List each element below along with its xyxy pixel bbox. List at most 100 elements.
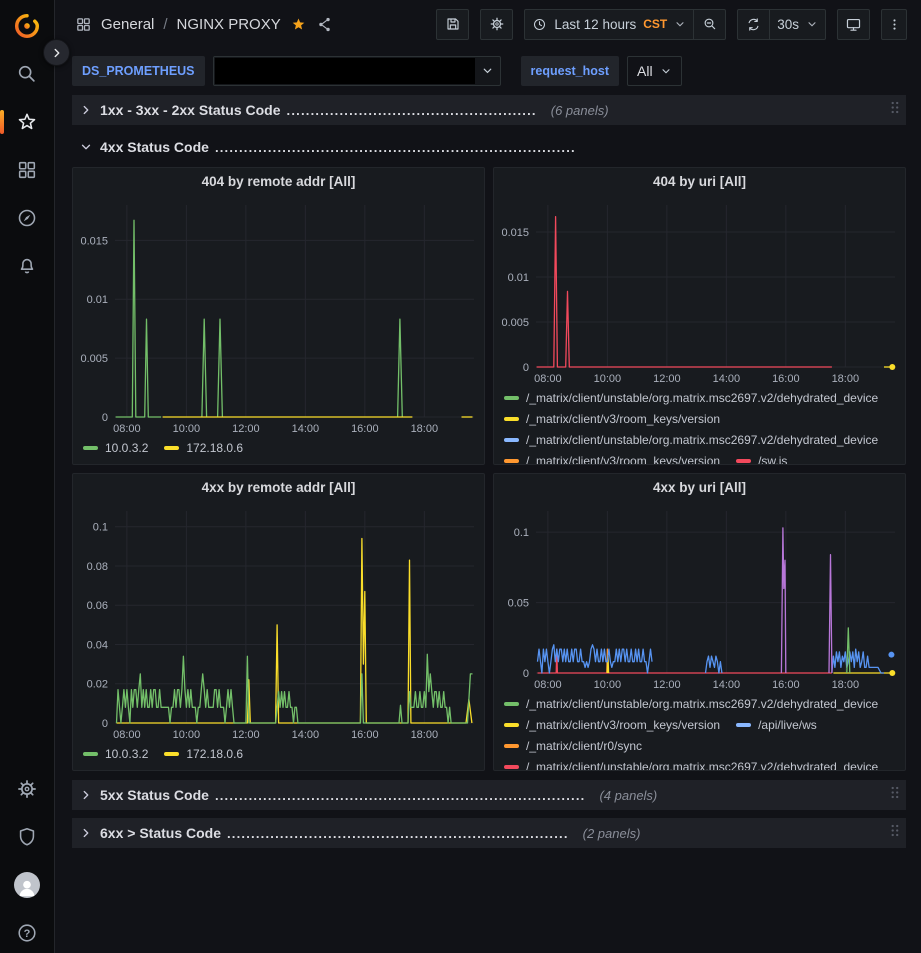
cycle-view-mode-button[interactable]	[837, 9, 870, 40]
row-title: 5xx Status Code	[100, 787, 209, 803]
legend-item[interactable]: /_matrix/client/v3/room_keys/version	[504, 450, 720, 464]
chevron-right-icon	[79, 103, 93, 117]
row-6xx-status-code[interactable]: 6xx > Status Code ......................…	[72, 818, 906, 848]
legend-item[interactable]: /api/live/ws	[736, 714, 817, 735]
svg-text:0.1: 0.1	[93, 522, 108, 534]
row-panel-count: (4 panels)	[599, 788, 657, 803]
variables-submenu: DS_PROMETHEUS request_host All	[55, 48, 921, 93]
refresh-interval-picker[interactable]: 30s	[769, 9, 826, 40]
svg-text:0.05: 0.05	[508, 598, 529, 610]
panel-title[interactable]: 4xx by remote addr [All]	[73, 474, 484, 502]
panel-title[interactable]: 404 by remote addr [All]	[73, 168, 484, 196]
more-options-kebab-button[interactable]	[881, 9, 907, 40]
panel-title[interactable]: 4xx by uri [All]	[494, 474, 905, 502]
row-drag-handle[interactable]	[890, 785, 899, 805]
server-admin-shield-icon[interactable]	[13, 823, 41, 851]
svg-text:14:00: 14:00	[713, 373, 741, 385]
legend-label: /_matrix/client/unstable/org.matrix.msc2…	[526, 433, 878, 447]
legend-swatch	[504, 396, 519, 400]
time-range-label: Last 12 hours	[554, 17, 636, 32]
dashboard-toolbar: Last 12 hours CST	[436, 9, 907, 40]
datasource-variable-dropdown[interactable]	[213, 56, 501, 86]
legend-item[interactable]: /_matrix/client/unstable/org.matrix.msc2…	[504, 756, 878, 770]
refresh-interval-label: 30s	[777, 17, 799, 32]
svg-text:0.02: 0.02	[87, 679, 108, 691]
row-drag-handle[interactable]	[890, 100, 899, 120]
row-panel-count: (6 panels)	[551, 103, 609, 118]
dashboard-settings-button[interactable]	[480, 9, 513, 40]
timeseries-chart[interactable]: 00.0050.010.01508:0010:0012:0014:0016:00…	[73, 196, 484, 437]
main-area: General / NGINX PROXY	[55, 0, 921, 953]
legend-item[interactable]: /sw.js	[736, 450, 787, 464]
legend-swatch	[504, 723, 519, 727]
redacted-datasource-value	[215, 58, 475, 84]
chart-legend: /_matrix/client/unstable/org.matrix.msc2…	[494, 387, 905, 464]
row-drag-handle[interactable]	[890, 823, 899, 843]
timezone-label: CST	[643, 17, 667, 31]
dashboard-title[interactable]: NGINX PROXY	[177, 16, 281, 33]
legend-item[interactable]: 172.18.0.6	[164, 437, 243, 458]
row-title-dots: ........................................…	[215, 788, 586, 803]
alerting-bell-icon[interactable]	[13, 252, 41, 280]
legend-item[interactable]: 172.18.0.6	[164, 743, 243, 764]
share-icon[interactable]	[316, 16, 333, 33]
help-icon[interactable]: ?	[13, 919, 41, 947]
legend-item[interactable]: 10.0.3.2	[83, 437, 148, 458]
legend-item[interactable]: /_matrix/client/v3/room_keys/version	[504, 408, 720, 429]
timeseries-chart[interactable]: 00.050.108:0010:0012:0014:0016:0018:00	[494, 502, 905, 693]
row-4xx-status-code[interactable]: 4xx Status Code ........................…	[72, 133, 906, 161]
search-icon[interactable]	[13, 60, 41, 88]
row-title: 1xx - 3xx - 2xx Status Code	[100, 102, 281, 118]
legend-label: /_matrix/client/v3/room_keys/version	[526, 718, 720, 732]
favorite-star-icon[interactable]	[290, 16, 307, 33]
time-range-picker[interactable]: Last 12 hours CST	[524, 9, 694, 40]
row-title-dots: ........................................…	[287, 103, 537, 118]
monitor-icon	[845, 16, 862, 33]
legend-label: /_matrix/client/r0/sync	[526, 739, 642, 753]
legend-label: /sw.js	[758, 454, 787, 465]
breadcrumb-separator: /	[163, 16, 167, 33]
svg-text:08:00: 08:00	[534, 373, 562, 385]
dashboards-icon[interactable]	[13, 156, 41, 184]
explore-compass-icon[interactable]	[13, 204, 41, 232]
legend-swatch	[83, 446, 98, 450]
zoom-out-time-button[interactable]	[693, 9, 726, 40]
user-avatar[interactable]	[13, 871, 41, 899]
starred-dashboards-icon[interactable]	[13, 108, 41, 136]
svg-text:18:00: 18:00	[411, 729, 439, 741]
svg-text:0.1: 0.1	[514, 527, 529, 539]
datasource-variable-label: DS_PROMETHEUS	[72, 56, 205, 86]
chart-legend: /_matrix/client/unstable/org.matrix.msc2…	[494, 693, 905, 770]
svg-text:14:00: 14:00	[292, 423, 320, 435]
grafana-logo[interactable]	[13, 12, 41, 40]
zoom-out-icon	[702, 16, 718, 32]
breadcrumb-folder[interactable]: General	[101, 16, 154, 33]
legend-item[interactable]: /_matrix/client/r0/sync	[504, 735, 642, 756]
chevron-right-icon	[79, 788, 93, 802]
settings-gear-icon[interactable]	[13, 775, 41, 803]
legend-label: 172.18.0.6	[186, 747, 243, 761]
legend-item[interactable]: /_matrix/client/v3/room_keys/version	[504, 714, 720, 735]
legend-swatch	[504, 702, 519, 706]
legend-swatch	[504, 765, 519, 769]
legend-item[interactable]: 10.0.3.2	[83, 743, 148, 764]
legend-item[interactable]: /_matrix/client/unstable/org.matrix.msc2…	[504, 429, 878, 450]
dashboard-content: 1xx - 3xx - 2xx Status Code ............…	[55, 93, 921, 953]
legend-item[interactable]: /_matrix/client/unstable/org.matrix.msc2…	[504, 693, 878, 714]
legend-item[interactable]: /_matrix/client/unstable/org.matrix.msc2…	[504, 387, 878, 408]
row-title-dots: ........................................…	[227, 826, 569, 841]
panel-title[interactable]: 404 by uri [All]	[494, 168, 905, 196]
timeseries-chart[interactable]: 00.020.040.060.080.108:0010:0012:0014:00…	[73, 502, 484, 743]
timeseries-chart[interactable]: 00.0050.010.01508:0010:0012:0014:0016:00…	[494, 196, 905, 387]
request-host-variable-dropdown[interactable]: All	[627, 56, 682, 86]
row-1xx-3xx-2xx-status-code[interactable]: 1xx - 3xx - 2xx Status Code ............…	[72, 95, 906, 125]
refresh-button[interactable]	[737, 9, 770, 40]
svg-text:08:00: 08:00	[113, 423, 141, 435]
svg-text:10:00: 10:00	[173, 729, 201, 741]
expand-sidebar-button[interactable]	[43, 39, 70, 66]
svg-text:0.015: 0.015	[80, 235, 108, 247]
save-dashboard-button[interactable]	[436, 9, 469, 40]
svg-text:18:00: 18:00	[411, 423, 439, 435]
row-5xx-status-code[interactable]: 5xx Status Code ........................…	[72, 780, 906, 810]
svg-text:16:00: 16:00	[351, 423, 379, 435]
